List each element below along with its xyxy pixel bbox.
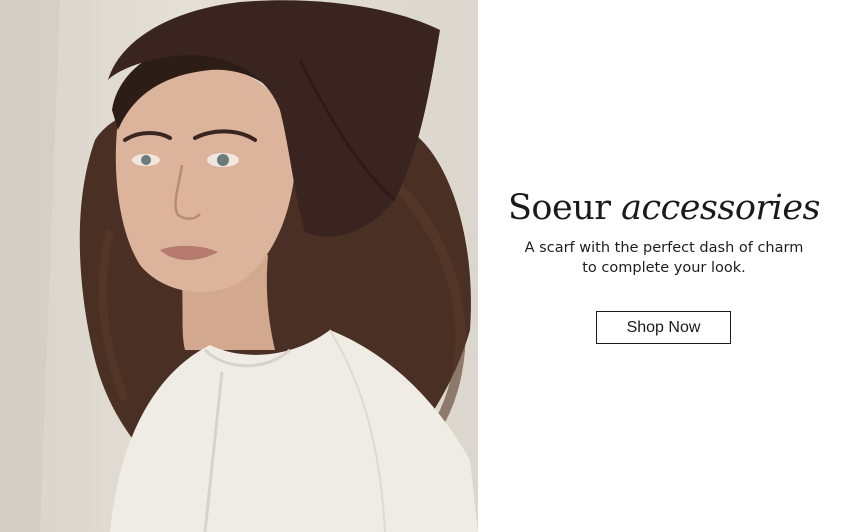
promo-headline: Soeur accessories (478, 186, 850, 230)
hero-banner: Soeur accessories A scarf with the perfe… (0, 0, 850, 532)
headline-italic: accessories (621, 188, 821, 228)
subtext-line-2: to complete your look. (582, 260, 746, 276)
promo-panel: Soeur accessories A scarf with the perfe… (478, 0, 850, 532)
headline-regular: Soeur (507, 188, 611, 228)
hero-image[interactable] (0, 0, 478, 532)
subtext-line-1: A scarf with the perfect dash of charm (524, 240, 804, 256)
model-illustration (0, 0, 478, 532)
promo-subtext: A scarf with the perfect dash of charm t… (498, 238, 830, 278)
shop-now-button[interactable]: Shop Now (596, 311, 731, 344)
